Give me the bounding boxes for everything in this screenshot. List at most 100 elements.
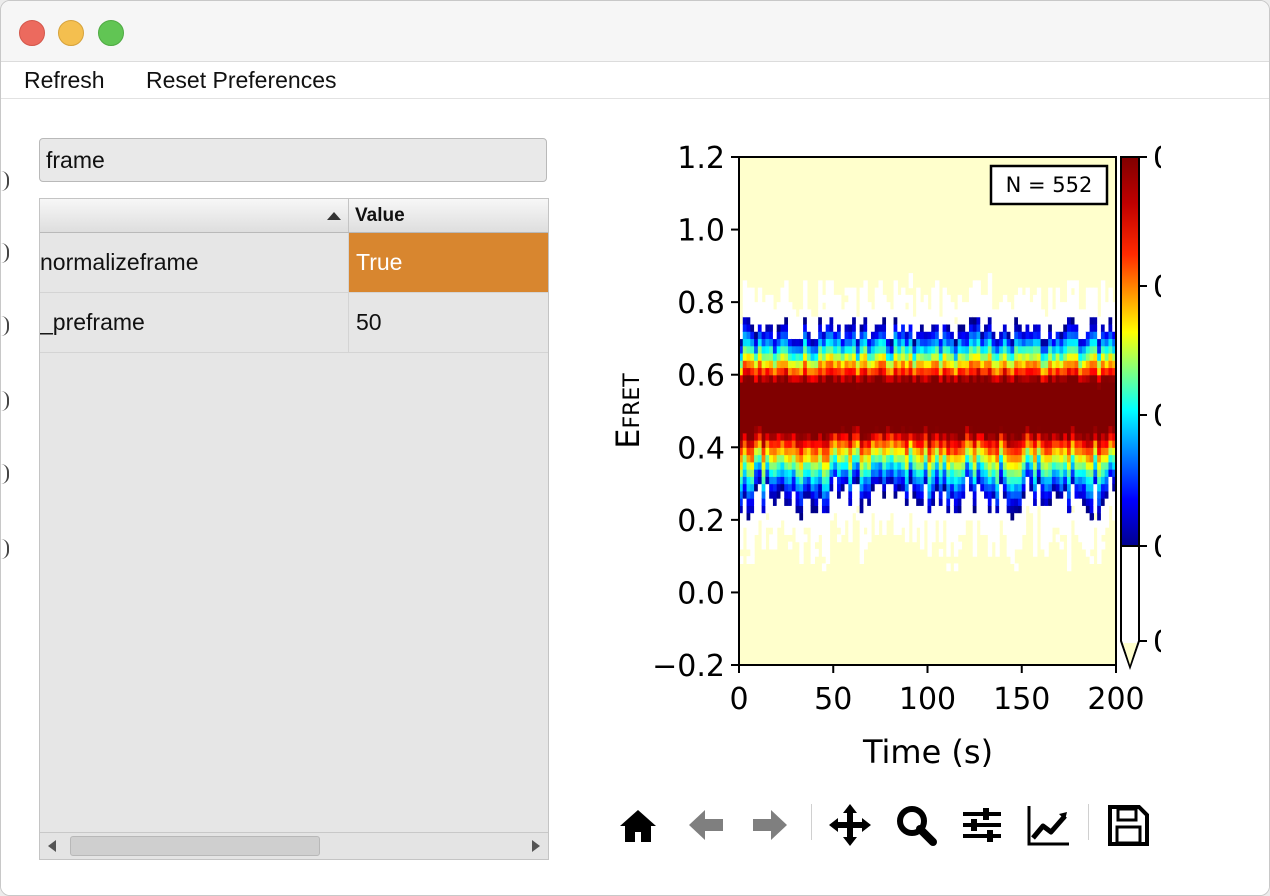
heatmap-cell bbox=[893, 381, 898, 390]
heatmap-cell bbox=[1104, 476, 1110, 485]
column-header-name[interactable] bbox=[40, 199, 349, 232]
heatmap-cell bbox=[844, 396, 849, 405]
forward-button[interactable] bbox=[747, 802, 793, 848]
heatmap-cell bbox=[916, 338, 921, 347]
heatmap-cell bbox=[1048, 389, 1053, 398]
heatmap-cell bbox=[1093, 338, 1098, 347]
zoom-button[interactable] bbox=[893, 802, 939, 848]
column-header-value[interactable]: Value bbox=[349, 199, 548, 232]
heatmap-cell bbox=[1040, 381, 1045, 390]
heatmap-cell bbox=[889, 505, 895, 514]
heatmap-cell bbox=[950, 498, 955, 506]
heatmap-cell bbox=[821, 374, 827, 383]
scrollbar-track[interactable] bbox=[66, 833, 522, 859]
preference-filter-input[interactable] bbox=[39, 138, 547, 182]
heatmap-cell bbox=[980, 447, 985, 456]
heatmap-cell bbox=[803, 498, 808, 506]
heatmap-cell bbox=[935, 490, 940, 499]
heatmap-cell bbox=[1059, 396, 1064, 405]
heatmap-cell bbox=[874, 338, 880, 347]
heatmap-cell bbox=[780, 389, 785, 398]
heatmap-cell bbox=[904, 490, 910, 499]
heatmap-cell bbox=[825, 454, 831, 463]
home-button[interactable] bbox=[615, 802, 661, 848]
heatmap-cell bbox=[1029, 490, 1034, 499]
heatmap-cell bbox=[814, 411, 819, 419]
heatmap-cell bbox=[788, 338, 793, 347]
close-window-button[interactable] bbox=[19, 20, 45, 46]
heatmap-cell bbox=[1021, 294, 1027, 303]
heatmap-cell bbox=[972, 541, 978, 550]
heatmap-cell bbox=[859, 461, 865, 470]
heatmap-cell bbox=[995, 316, 1000, 325]
maximize-window-button[interactable] bbox=[98, 20, 124, 46]
fret-heatmap-plot[interactable]: −0.20.00.20.40.60.81.01.2 0 50 100 150 200 T… bbox=[601, 121, 1161, 781]
table-row[interactable]: normalizeframe True bbox=[40, 233, 548, 293]
heatmap-cell bbox=[957, 294, 963, 303]
preference-value[interactable]: True bbox=[349, 233, 548, 292]
heatmap-cell bbox=[1093, 345, 1098, 354]
heatmap-cell bbox=[957, 527, 963, 535]
heatmap-cell bbox=[1014, 519, 1019, 528]
table-row[interactable]: _preframe 50 bbox=[40, 293, 548, 353]
heatmap-cell bbox=[897, 389, 902, 398]
heatmap-cell bbox=[757, 302, 763, 310]
heatmap-cell bbox=[750, 316, 755, 325]
pan-button[interactable] bbox=[827, 802, 873, 848]
heatmap-cell bbox=[772, 469, 778, 477]
heatmap-cell bbox=[987, 273, 993, 281]
heatmap-cell bbox=[1021, 483, 1027, 492]
heatmap-cell bbox=[874, 432, 880, 441]
heatmap-cell bbox=[1025, 469, 1030, 477]
preference-name[interactable]: _preframe bbox=[40, 293, 349, 352]
reset-preferences-menu[interactable]: Reset Preferences bbox=[146, 66, 336, 94]
scroll-right-icon[interactable] bbox=[532, 840, 540, 852]
heatmap-cell bbox=[1044, 418, 1049, 427]
heatmap-cell bbox=[1082, 403, 1087, 412]
heatmap-cell bbox=[833, 294, 838, 303]
heatmap-cell bbox=[772, 461, 778, 470]
minimize-window-button[interactable] bbox=[58, 20, 84, 46]
heatmap-cell bbox=[999, 360, 1004, 369]
heatmap-cell bbox=[953, 360, 959, 369]
heatmap-cell bbox=[803, 287, 808, 296]
heatmap-cell bbox=[999, 411, 1004, 419]
heatmap-cell bbox=[1085, 374, 1091, 383]
heatmap-cell bbox=[927, 381, 932, 390]
edit-axis-button[interactable] bbox=[1025, 802, 1071, 848]
horizontal-scrollbar[interactable] bbox=[40, 832, 548, 859]
heatmap-cell bbox=[814, 389, 819, 398]
heatmap-cell bbox=[1070, 490, 1076, 499]
back-button[interactable] bbox=[683, 802, 729, 848]
refresh-menu[interactable]: Refresh bbox=[24, 66, 105, 94]
scroll-left-icon[interactable] bbox=[48, 840, 56, 852]
heatmap-cell bbox=[799, 548, 804, 557]
heatmap-cell bbox=[999, 367, 1004, 376]
scrollbar-thumb[interactable] bbox=[70, 836, 320, 856]
configure-subplots-button[interactable] bbox=[959, 802, 1005, 848]
heatmap-cell bbox=[844, 345, 849, 354]
heatmap-cell bbox=[829, 461, 834, 470]
heatmap-cell bbox=[852, 367, 857, 376]
preference-name[interactable]: normalizeframe bbox=[40, 233, 349, 292]
heatmap-cell bbox=[1044, 374, 1049, 383]
heatmap-cell bbox=[1085, 512, 1091, 521]
heatmap-cell bbox=[761, 534, 766, 543]
preference-value[interactable]: 50 bbox=[349, 293, 548, 352]
sort-ascending-icon[interactable] bbox=[327, 212, 341, 220]
heatmap-cell bbox=[987, 396, 993, 405]
heatmap-cell bbox=[1055, 411, 1061, 419]
heatmap-cell bbox=[1033, 338, 1038, 347]
heatmap-cell bbox=[991, 498, 996, 506]
heatmap-cell bbox=[893, 461, 898, 470]
heatmap-cell bbox=[791, 454, 797, 463]
heatmap-cell bbox=[1085, 498, 1091, 506]
heatmap-cell bbox=[972, 425, 978, 434]
heatmap-cell bbox=[1002, 447, 1008, 456]
heatmap-cell bbox=[995, 541, 1000, 550]
save-button[interactable] bbox=[1105, 802, 1151, 848]
heatmap-cell bbox=[1010, 541, 1015, 550]
heatmap-cell bbox=[942, 461, 947, 470]
heatmap-cell bbox=[1002, 469, 1008, 477]
heatmap-cell bbox=[1063, 512, 1068, 521]
